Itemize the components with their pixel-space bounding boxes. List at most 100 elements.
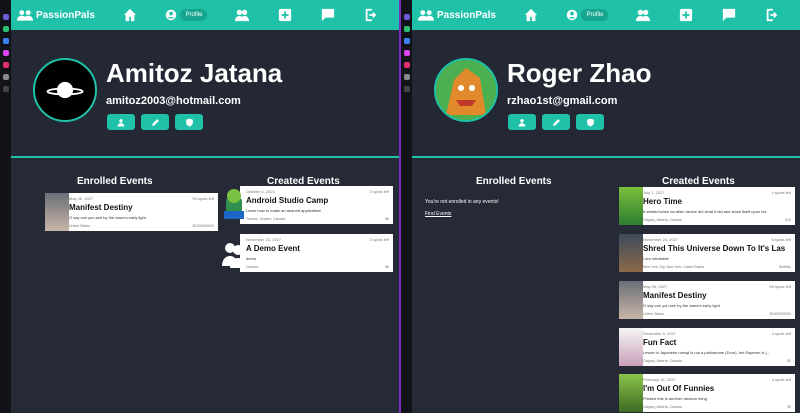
sidebar-app-icon[interactable] bbox=[403, 62, 410, 68]
user-icon bbox=[518, 118, 525, 126]
event-spots: 6 spots left bbox=[771, 237, 791, 242]
event-desc: Pricked this is another random thing bbox=[643, 396, 707, 401]
event-date: November 23, 2027 bbox=[246, 237, 282, 242]
event-price: $3 bbox=[787, 405, 791, 409]
profile-header: Roger Zhao rzhao1st@gmail.com bbox=[412, 30, 800, 158]
event-card[interactable]: November 23, 2027 3 spots left A Demo Ev… bbox=[222, 234, 393, 272]
brand-name: PassionPals bbox=[36, 9, 95, 21]
navbar: PassionPals Profile bbox=[11, 0, 399, 30]
event-date: October 4, 2023 bbox=[246, 189, 275, 194]
sidebar-app-icon[interactable] bbox=[2, 50, 9, 56]
event-price: $5 bbox=[385, 217, 389, 221]
brand-logo[interactable]: PassionPals bbox=[418, 9, 510, 21]
navbar: PassionPals Profile bbox=[412, 0, 800, 30]
event-desc: Lewve in Japanese romaji is not a palind… bbox=[643, 350, 771, 355]
shield-icon bbox=[586, 118, 594, 126]
event-title: Hero Time bbox=[643, 197, 682, 206]
edit-profile-button[interactable] bbox=[542, 114, 570, 130]
event-card[interactable]: February 16, 2027 4 spots left I'm Out O… bbox=[619, 374, 795, 412]
profile-nav[interactable]: Profile bbox=[165, 9, 208, 21]
event-thumbnail bbox=[45, 193, 69, 231]
event-card[interactable]: November 24, 2027 6 spots left Shred Thi… bbox=[619, 234, 795, 272]
left-pane: PassionPals Profile Amitoz Jatana amitoz… bbox=[11, 0, 399, 413]
security-button[interactable] bbox=[576, 114, 604, 130]
chat-icon[interactable] bbox=[320, 8, 336, 22]
profile-actions bbox=[508, 114, 604, 130]
sidebar-app-icon[interactable] bbox=[403, 86, 410, 92]
friends-icon[interactable] bbox=[635, 8, 651, 22]
event-card[interactable]: July 1, 2027 4 spots left Hero Time It s… bbox=[619, 187, 795, 225]
event-date: May 26, 2027 bbox=[69, 196, 94, 201]
user-circle-icon bbox=[567, 9, 578, 21]
sidebar-app-icon[interactable] bbox=[403, 26, 410, 32]
sidebar-app-icon[interactable] bbox=[403, 38, 410, 44]
android-icon bbox=[222, 186, 246, 224]
event-card[interactable]: May 26, 2027 99 spots left Manifest Dest… bbox=[619, 281, 795, 319]
sidebar-app-icon[interactable] bbox=[2, 62, 9, 68]
avatar-image bbox=[436, 60, 496, 120]
sidebar-app-icon[interactable] bbox=[2, 26, 9, 32]
event-date: December 5, 2027 bbox=[643, 331, 676, 336]
event-price: $infinity bbox=[779, 265, 791, 269]
sidebar-app-icon[interactable] bbox=[403, 50, 410, 56]
event-title: Manifest Destiny bbox=[643, 291, 707, 300]
sidebar-app-icon[interactable] bbox=[403, 74, 410, 80]
sidebar-app-icon[interactable] bbox=[2, 38, 9, 44]
event-desc: Learn how to make an android application… bbox=[246, 208, 322, 213]
event-location: United States bbox=[643, 312, 665, 316]
home-icon[interactable] bbox=[523, 8, 539, 22]
event-desc: It started when an alien device did what… bbox=[643, 209, 767, 214]
enrolled-events-title: Enrolled Events bbox=[77, 176, 153, 187]
event-location: Canada bbox=[246, 265, 259, 269]
event-price: $1000000000 bbox=[192, 224, 214, 228]
pencil-icon bbox=[151, 118, 159, 126]
add-event-icon[interactable] bbox=[678, 8, 694, 22]
event-desc: O say can you see by the dawn's early li… bbox=[643, 303, 720, 308]
edit-profile-button[interactable] bbox=[141, 114, 169, 130]
home-icon[interactable] bbox=[122, 8, 138, 22]
event-thumbnail bbox=[619, 234, 643, 272]
find-events-link[interactable]: Find Events bbox=[425, 211, 451, 217]
event-location: Toronto, Ontario, Canada bbox=[246, 217, 286, 221]
add-event-icon[interactable] bbox=[277, 8, 293, 22]
add-friend-button[interactable] bbox=[508, 114, 536, 130]
event-card[interactable]: May 26, 2027 99 spots left Manifest Dest… bbox=[45, 193, 218, 231]
event-desc: demo bbox=[246, 256, 257, 261]
security-button[interactable] bbox=[175, 114, 203, 130]
right-pane: PassionPals Profile Roger Zhao rzhao1st@… bbox=[412, 0, 800, 413]
logout-icon[interactable] bbox=[764, 8, 780, 22]
people-icon bbox=[418, 10, 434, 21]
sidebar-app-icon[interactable] bbox=[2, 86, 9, 92]
sidebar-app-icon[interactable] bbox=[2, 14, 9, 20]
event-location: Calgary, Alberta, Canada bbox=[643, 359, 682, 363]
event-location: United States bbox=[69, 224, 91, 228]
chat-icon[interactable] bbox=[721, 8, 737, 22]
event-title: I'm Out Of Funnies bbox=[643, 384, 715, 393]
logout-icon[interactable] bbox=[363, 8, 379, 22]
event-title: A Demo Event bbox=[246, 244, 300, 253]
event-price: $5 bbox=[385, 265, 389, 269]
profile-header: Amitoz Jatana amitoz2003@hotmail.com bbox=[11, 30, 399, 158]
profile-actions bbox=[107, 114, 203, 130]
event-spots: 4 spots left bbox=[771, 190, 791, 195]
empty-enrolled-message: You're not enrolled in any events! bbox=[425, 199, 499, 205]
brand-name: PassionPals bbox=[437, 9, 496, 21]
profile-nav[interactable]: Profile bbox=[566, 9, 609, 21]
event-date: May 26, 2027 bbox=[643, 284, 668, 289]
event-spots: 3 spots left bbox=[369, 237, 389, 242]
screen: PassionPals Profile Amitoz Jatana amitoz… bbox=[0, 0, 800, 413]
planet-icon bbox=[46, 81, 84, 99]
event-price: $10 bbox=[785, 218, 791, 222]
brand-logo[interactable]: PassionPals bbox=[17, 9, 109, 21]
event-spots: 99 spots left bbox=[769, 284, 791, 289]
sidebar-app-icon[interactable] bbox=[403, 14, 410, 20]
event-spots: 4 spots left bbox=[771, 331, 791, 336]
event-card[interactable]: October 4, 2023 2 spots left Android Stu… bbox=[224, 186, 393, 224]
enrolled-events-title: Enrolled Events bbox=[476, 176, 552, 187]
add-friend-button[interactable] bbox=[107, 114, 135, 130]
sidebar-app-icon[interactable] bbox=[2, 74, 9, 80]
friends-icon[interactable] bbox=[234, 8, 250, 22]
profile-email: amitoz2003@hotmail.com bbox=[106, 95, 241, 107]
profile-label: Profile bbox=[581, 9, 609, 21]
event-card[interactable]: December 5, 2027 4 spots left Fun Fact L… bbox=[619, 328, 795, 366]
